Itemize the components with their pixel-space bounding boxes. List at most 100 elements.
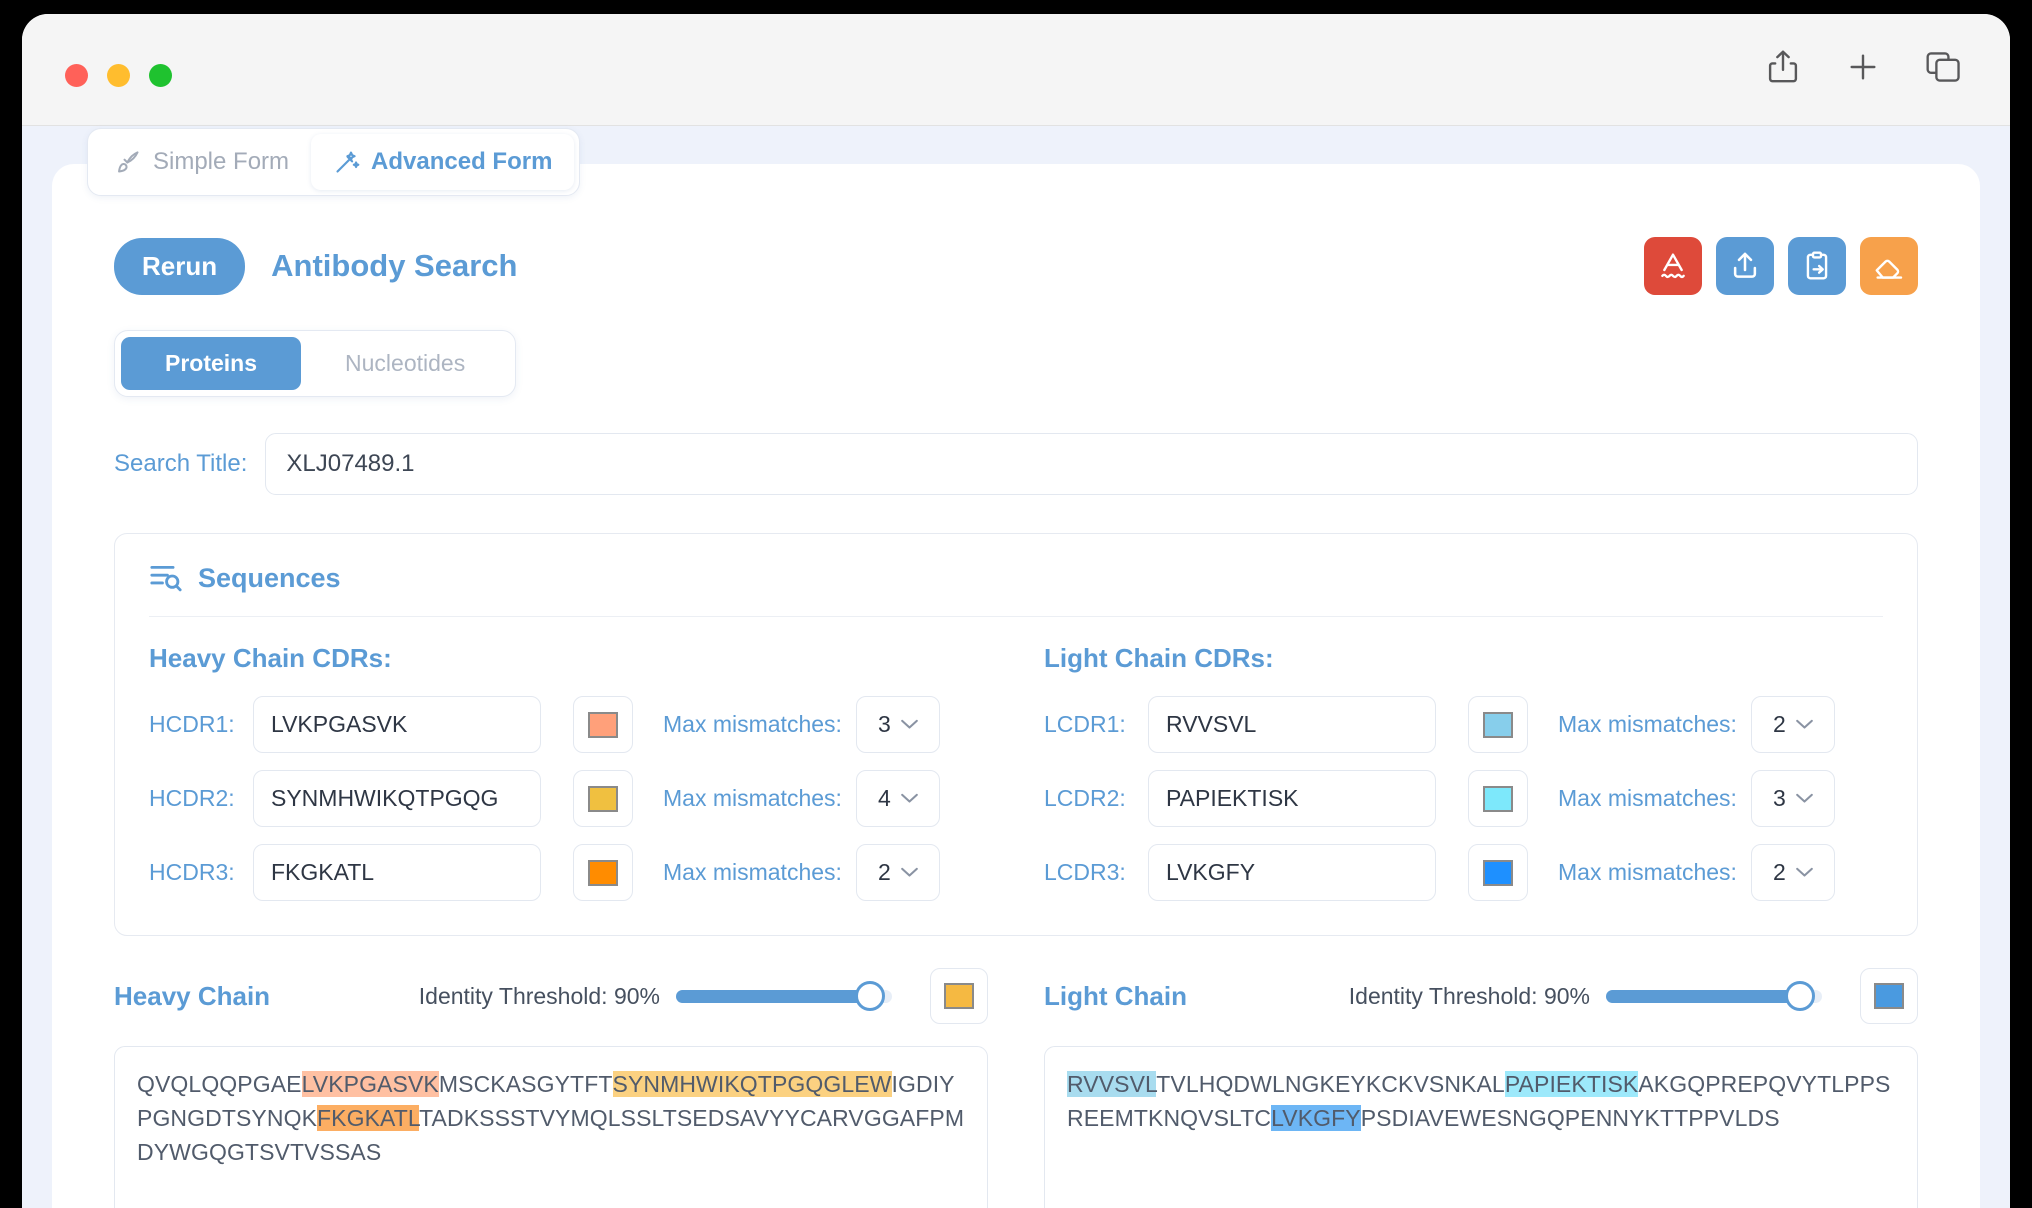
lcdr2-label: LCDR2: <box>1044 785 1126 811</box>
search-title-input[interactable] <box>265 433 1918 495</box>
header-action-buttons <box>1644 237 1918 295</box>
browser-toolbar-actions <box>1766 48 1962 86</box>
window-traffic-lights <box>65 64 172 87</box>
heavy-chain-cdr-group: Heavy Chain CDRs: HCDR1: Max mismatches:… <box>149 643 988 901</box>
lcdr1-input[interactable] <box>1148 696 1436 753</box>
lcdr2-mismatch-value: 3 <box>1773 785 1786 811</box>
sequence-segment: TVLHQDWLNGKEYKCKVSNKAL <box>1156 1071 1505 1097</box>
hcdr1-input[interactable] <box>253 696 541 753</box>
heavy-chain-cdr-title: Heavy Chain CDRs: <box>149 643 392 673</box>
upload-button[interactable] <box>1716 237 1774 295</box>
lcdr3-mismatch-value: 2 <box>1773 859 1786 885</box>
minimize-window-button[interactable] <box>107 64 130 87</box>
maximize-window-button[interactable] <box>149 64 172 87</box>
heavy-chain-threshold-slider[interactable] <box>676 981 892 1011</box>
share-icon[interactable] <box>1766 48 1800 86</box>
sequence-segment: FKGKATL <box>317 1105 420 1131</box>
sequences-panel: Sequences Heavy Chain CDRs: HCDR1: Max m… <box>114 533 1918 936</box>
cdr-row-lcdr1: LCDR1: Max mismatches: 2 <box>1044 696 1883 753</box>
light-chain-threshold-slider[interactable] <box>1606 981 1822 1011</box>
search-title-row: Search Title: <box>114 433 1918 495</box>
lcdr3-mismatch-label: Max mismatches: <box>1558 859 1737 885</box>
sequence-segment: MSCKASGYTFT <box>438 1071 613 1097</box>
tab-overview-icon[interactable] <box>1926 50 1962 84</box>
hcdr3-mismatch-select[interactable]: 2 <box>855 844 940 901</box>
spellcheck-button[interactable] <box>1644 237 1702 295</box>
tab-simple-form[interactable]: Simple Form <box>93 134 311 190</box>
hcdr1-label: HCDR1: <box>149 711 235 737</box>
lcdr1-label: LCDR1: <box>1044 711 1126 737</box>
hcdr2-mismatch-label: Max mismatches: <box>663 785 842 811</box>
clipboard-export-button[interactable] <box>1788 237 1846 295</box>
lcdr1-mismatch-value: 2 <box>1773 711 1786 737</box>
lcdr3-mismatch-select[interactable]: 2 <box>1750 844 1835 901</box>
hcdr3-input[interactable] <box>253 844 541 901</box>
toggle-option-nucleotides[interactable]: Nucleotides <box>301 337 509 390</box>
chevron-down-icon <box>901 867 918 878</box>
chevron-down-icon <box>1796 719 1813 730</box>
upload-icon <box>1729 250 1761 282</box>
light-chain-cdr-group: Light Chain CDRs: LCDR1: Max mismatches:… <box>988 643 1883 901</box>
lcdr2-mismatch-select[interactable]: 3 <box>1750 770 1835 827</box>
sequence-segment: LVKGFY <box>1271 1105 1361 1131</box>
browser-titlebar <box>22 14 2010 126</box>
hcdr1-mismatch-value: 3 <box>878 711 891 737</box>
lcdr2-color-swatch[interactable] <box>1468 770 1528 827</box>
browser-window: Simple Form Advanced Form Rerun Antibody… <box>22 14 2010 1208</box>
main-content-card: Rerun Antibody Search Proteins Nucleotid… <box>52 164 1980 1208</box>
hcdr3-mismatch-label: Max mismatches: <box>663 859 842 885</box>
hcdr1-mismatch-select[interactable]: 3 <box>855 696 940 753</box>
sequence-segment: LVKPGASVK <box>301 1071 439 1097</box>
lcdr3-label: LCDR3: <box>1044 859 1126 885</box>
search-title-label: Search Title: <box>114 450 248 477</box>
hcdr2-mismatch-value: 4 <box>878 785 891 811</box>
hcdr2-color-swatch[interactable] <box>573 770 633 827</box>
heavy-chain-label: Heavy Chain <box>114 980 271 1011</box>
tab-simple-form-label: Simple Form <box>153 148 290 175</box>
hcdr3-mismatch-value: 2 <box>878 859 891 885</box>
hcdr2-input[interactable] <box>253 770 541 827</box>
magic-wand-icon <box>333 149 360 176</box>
letter-a-squiggle-icon <box>1657 250 1689 282</box>
lcdr3-input[interactable] <box>1148 844 1436 901</box>
light-chain-sequence-textarea[interactable]: RVVSVLTVLHQDWLNGKEYKCKVSNKALPAPIEKTISKAK… <box>1044 1046 1918 1208</box>
heavy-chain-sequence-textarea[interactable]: QVQLQQPGAELVKPGASVKMSCKASGYTFTSYNMHWIKQT… <box>114 1046 988 1208</box>
rerun-button[interactable]: Rerun <box>114 237 246 295</box>
clear-button[interactable] <box>1860 237 1918 295</box>
heavy-chain-threshold-label: Identity Threshold: 90% <box>418 982 660 1009</box>
sequences-panel-title: Sequences <box>198 562 341 593</box>
tab-advanced-form-label: Advanced Form <box>371 148 553 175</box>
lcdr2-input[interactable] <box>1148 770 1436 827</box>
heavy-chain-block: Heavy Chain Identity Threshold: 90% QVQL… <box>114 968 988 1208</box>
lcdr1-color-swatch[interactable] <box>1468 696 1528 753</box>
light-chain-threshold-group: Identity Threshold: 90% <box>1349 968 1918 1024</box>
hcdr3-color-swatch[interactable] <box>573 844 633 901</box>
eraser-icon <box>1873 250 1905 282</box>
light-chain-threshold-label: Identity Threshold: 90% <box>1348 982 1590 1009</box>
tab-advanced-form[interactable]: Advanced Form <box>311 134 575 190</box>
toggle-option-proteins[interactable]: Proteins <box>121 337 302 390</box>
lcdr3-color-swatch[interactable] <box>1468 844 1528 901</box>
lcdr1-mismatch-select[interactable]: 2 <box>1750 696 1835 753</box>
hcdr1-mismatch-label: Max mismatches: <box>663 711 842 737</box>
chain-sequences-section: Heavy Chain Identity Threshold: 90% QVQL… <box>114 968 1918 1208</box>
light-chain-cdr-title: Light Chain CDRs: <box>1044 643 1274 673</box>
cdr-row-lcdr3: LCDR3: Max mismatches: 2 <box>1044 844 1883 901</box>
hcdr2-label: HCDR2: <box>149 785 235 811</box>
cdr-row-lcdr2: LCDR2: Max mismatches: 3 <box>1044 770 1883 827</box>
close-window-button[interactable] <box>65 64 88 87</box>
heavy-chain-threshold-group: Identity Threshold: 90% <box>419 968 988 1024</box>
cdr-row-hcdr3: HCDR3: Max mismatches: 2 <box>149 844 988 901</box>
list-search-icon <box>149 562 183 594</box>
sequence-segment: PSDIAVEWESNGQPENNYKTTPPVLDS <box>1360 1105 1780 1131</box>
app-page: Simple Form Advanced Form Rerun Antibody… <box>22 126 2010 1208</box>
light-chain-color-swatch[interactable] <box>1860 968 1918 1024</box>
hcdr3-label: HCDR3: <box>149 859 235 885</box>
plus-icon[interactable] <box>1846 50 1880 84</box>
hcdr1-color-swatch[interactable] <box>573 696 633 753</box>
heavy-chain-color-swatch[interactable] <box>930 968 988 1024</box>
light-chain-label: Light Chain <box>1044 980 1187 1011</box>
clipboard-arrow-icon <box>1801 250 1833 282</box>
chevron-down-icon <box>1796 867 1813 878</box>
hcdr2-mismatch-select[interactable]: 4 <box>855 770 940 827</box>
